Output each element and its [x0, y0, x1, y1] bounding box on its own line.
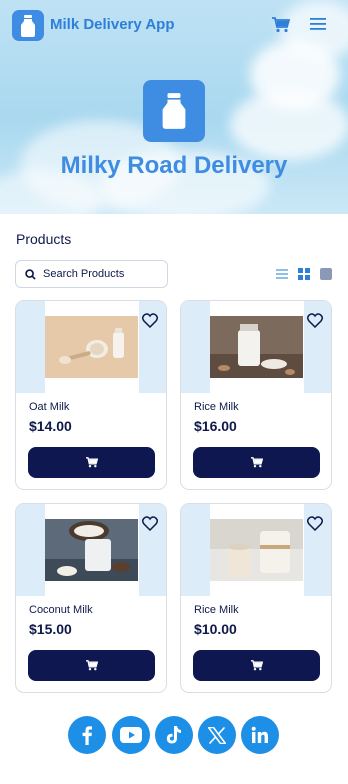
search-input[interactable]: Search Products: [15, 260, 168, 288]
add-to-cart-button[interactable]: [193, 650, 320, 681]
search-icon: [25, 268, 36, 280]
hamburger-menu-icon[interactable]: [310, 17, 326, 31]
card-view-icon[interactable]: [320, 268, 332, 280]
product-image-area: [16, 504, 166, 596]
cart-icon: [250, 660, 263, 671]
cart-icon[interactable]: [272, 17, 290, 33]
product-name: Coconut Milk: [29, 604, 93, 616]
view-toggle: [276, 268, 332, 280]
product-card[interactable]: Rice Milk $16.00: [180, 300, 332, 490]
hero-banner: Milk Delivery App Milky Road Delivery: [0, 0, 348, 214]
x-glyph: [208, 726, 226, 744]
product-price: $10.00: [194, 621, 237, 637]
cart-icon: [250, 457, 263, 468]
hero-logo: [143, 80, 205, 142]
app-logo[interactable]: [12, 10, 44, 41]
heart-icon[interactable]: [307, 516, 323, 531]
social-links: [0, 716, 348, 756]
linkedin-icon[interactable]: [241, 716, 279, 754]
cart-icon: [85, 457, 98, 468]
product-card[interactable]: Rice Milk $10.00: [180, 503, 332, 693]
cart-icon: [85, 660, 98, 671]
list-view-icon[interactable]: [276, 268, 288, 280]
milk-bottle-icon: [162, 93, 186, 129]
app-title: Milk Delivery App: [50, 16, 175, 33]
products-heading: Products: [16, 231, 72, 247]
product-card[interactable]: Oat Milk $14.00: [15, 300, 167, 490]
heart-icon[interactable]: [142, 516, 158, 531]
product-photo: [45, 316, 138, 378]
tiktok-icon[interactable]: [155, 716, 193, 754]
product-name: Rice Milk: [194, 604, 239, 616]
product-photo: [210, 519, 303, 581]
linkedin-glyph: [251, 726, 268, 743]
x-icon[interactable]: [198, 716, 236, 754]
add-to-cart-button[interactable]: [28, 447, 155, 478]
product-image-area: [181, 301, 331, 393]
add-to-cart-button[interactable]: [28, 650, 155, 681]
product-price: $15.00: [29, 621, 72, 637]
product-photo: [45, 519, 138, 581]
facebook-glyph: [82, 726, 92, 745]
product-card[interactable]: Coconut Milk $15.00: [15, 503, 167, 693]
product-image-area: [181, 504, 331, 596]
product-name: Rice Milk: [194, 401, 239, 413]
heart-icon[interactable]: [142, 313, 158, 328]
hero-title: Milky Road Delivery: [60, 152, 288, 179]
product-name: Oat Milk: [29, 401, 70, 413]
milk-bottle-icon: [21, 14, 35, 37]
youtube-glyph: [120, 727, 142, 743]
youtube-icon[interactable]: [112, 716, 150, 754]
product-photo: [210, 316, 303, 378]
tiktok-glyph: [166, 726, 181, 744]
top-bar: Milk Delivery App: [0, 0, 348, 50]
add-to-cart-button[interactable]: [193, 447, 320, 478]
product-price: $14.00: [29, 418, 72, 434]
facebook-icon[interactable]: [68, 716, 106, 754]
product-price: $16.00: [194, 418, 237, 434]
search-placeholder: Search Products: [43, 268, 125, 280]
heart-icon[interactable]: [307, 313, 323, 328]
grid-view-icon[interactable]: [298, 268, 310, 280]
product-image-area: [16, 301, 166, 393]
